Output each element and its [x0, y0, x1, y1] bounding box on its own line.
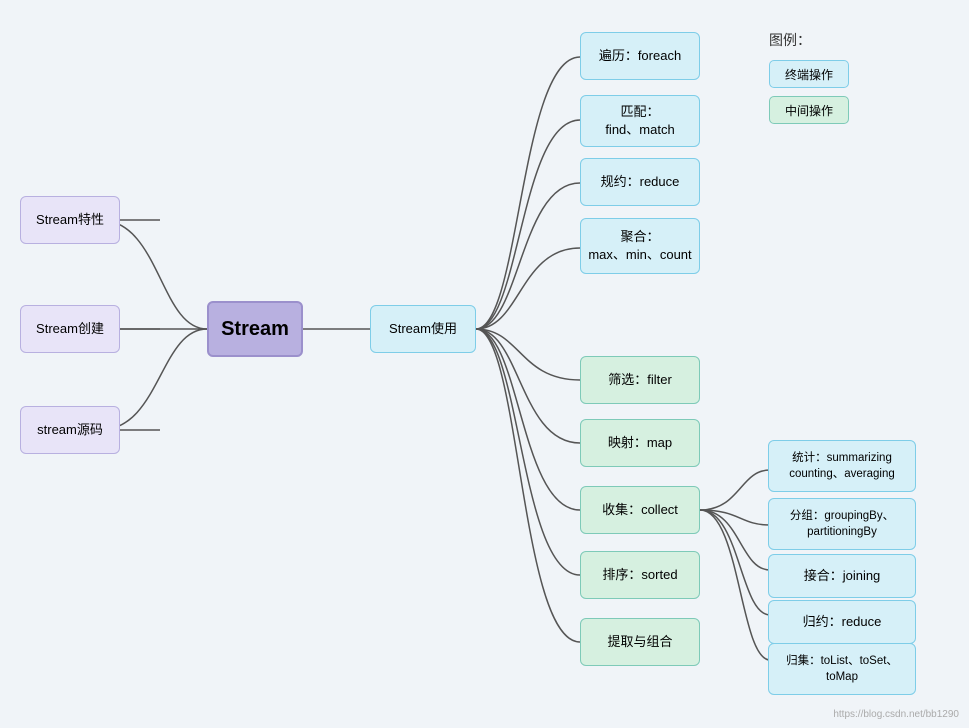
- reduce-node: 规约：reduce: [580, 158, 700, 206]
- stream-main-node: Stream: [207, 301, 303, 357]
- traverse-node: 遍历：foreach: [580, 32, 700, 80]
- legend-middle: 中间操作: [769, 96, 849, 124]
- join-node: 接合：joining: [768, 554, 916, 598]
- extract-node: 提取与组合: [580, 618, 700, 666]
- stream-source-node: stream源码: [20, 406, 120, 454]
- map-node: 映射：map: [580, 419, 700, 467]
- sorted-node: 排序：sorted: [580, 551, 700, 599]
- legend-middle-swatch: 中间操作: [769, 96, 849, 124]
- watermark: https://blog.csdn.net/bb1290: [833, 709, 959, 720]
- stream-traits-node: Stream特性: [20, 196, 120, 244]
- legend: 图例： 终端操作 中间操作: [769, 30, 849, 132]
- collect-node: 收集：collect: [580, 486, 700, 534]
- stats-node: 统计：summarizing counting、averaging: [768, 440, 916, 492]
- mind-map-canvas: Stream Stream特性 Stream创建 stream源码 Stream…: [0, 0, 969, 728]
- stream-use-node: Stream使用: [370, 305, 476, 353]
- legend-terminal-swatch: 终端操作: [769, 60, 849, 88]
- match-node: 匹配： find、match: [580, 95, 700, 147]
- stream-create-node: Stream创建: [20, 305, 120, 353]
- aggregate-node: 聚合： max、min、count: [580, 218, 700, 274]
- legend-title: 图例：: [769, 30, 849, 50]
- reduce2-node: 归约：reduce: [768, 600, 916, 644]
- 归集-node: 归集：toList、toSet、 toMap: [768, 643, 916, 695]
- filter-node: 筛选：filter: [580, 356, 700, 404]
- legend-terminal: 终端操作: [769, 60, 849, 88]
- group-node: 分组：groupingBy、 partitioningBy: [768, 498, 916, 550]
